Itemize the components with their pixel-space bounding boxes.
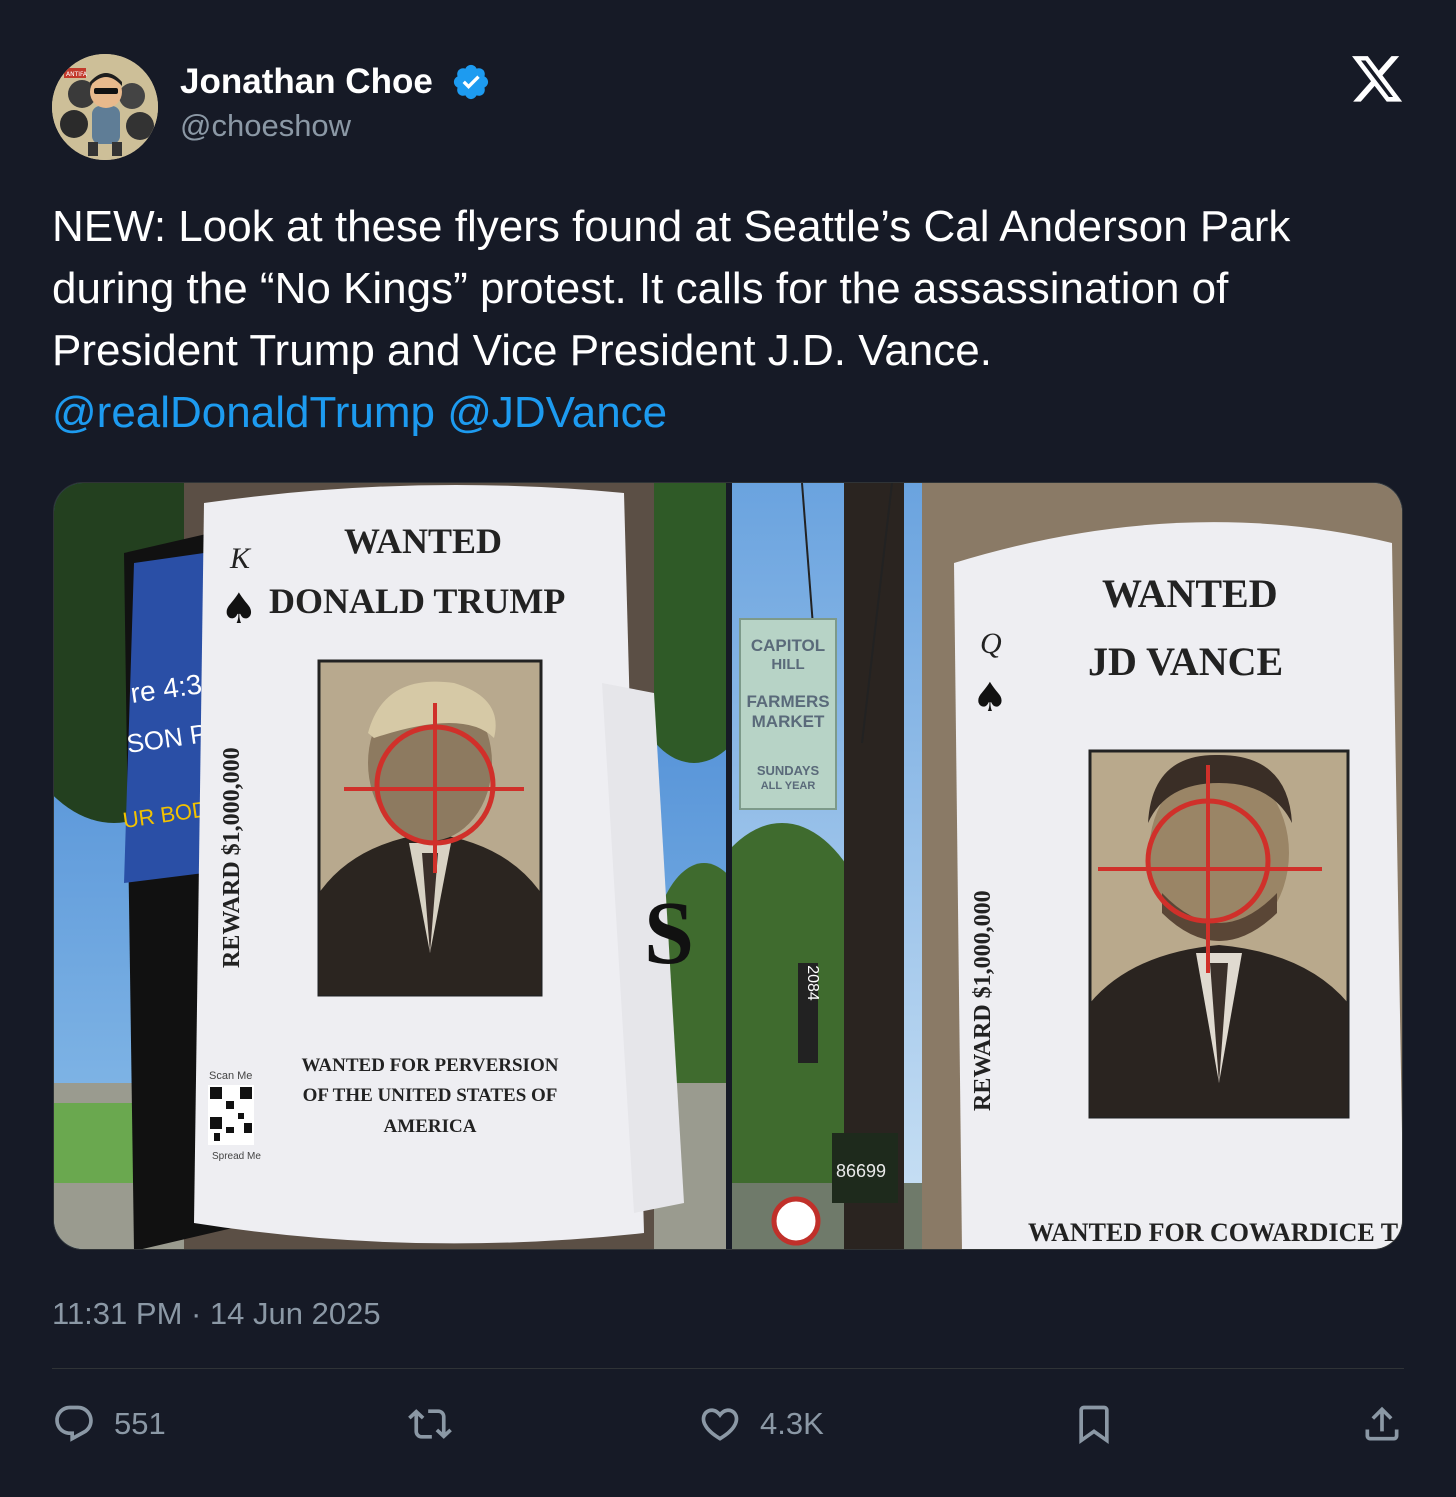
share-button[interactable] — [1360, 1396, 1404, 1452]
bookmark-icon — [1079, 1405, 1109, 1445]
retweet-button[interactable] — [408, 1396, 452, 1452]
verified-badge-icon — [453, 64, 488, 100]
bookmark-button[interactable] — [1072, 1396, 1116, 1452]
author-name-row: Jonathan Choe — [180, 62, 491, 102]
sign-line: ALL YEAR — [761, 780, 816, 792]
photo-left[interactable]: re 4:30 P SON PAR UR BODIES S K ♠ WANTED… — [54, 483, 774, 1249]
sign-line: HILL — [771, 656, 804, 673]
like-button[interactable]: 4.3K — [698, 1396, 824, 1452]
tweet-media[interactable]: re 4:30 P SON PAR UR BODIES S K ♠ WANTED… — [53, 482, 1403, 1250]
trump-flyer-photo: re 4:30 P SON PAR UR BODIES S K ♠ WANTED… — [54, 483, 774, 1249]
card-rank: K — [229, 542, 252, 575]
cartoon-avatar-icon: ANTIFA — [52, 54, 158, 160]
vance-flyer-photo: CAPITOL HILL FARMERS MARKET SUNDAYS ALL … — [672, 483, 1402, 1249]
tweet-text: NEW: Look at these flyers found at Seatt… — [52, 196, 1412, 444]
flyer-subject: DONALD TRUMP — [269, 581, 565, 621]
flyer-reward: REWARD $1,000,000 — [970, 890, 996, 1111]
flyer-reward: REWARD $1,000,000 — [219, 747, 245, 968]
flyer-caption-line: AMERICA — [384, 1116, 477, 1137]
tweet-timestamp[interactable]: 11:31 PM · 14 Jun 2025 — [52, 1296, 381, 1332]
card-rank: Q — [980, 627, 1002, 660]
retweet-icon — [408, 1409, 452, 1439]
photo-right[interactable]: CAPITOL HILL FARMERS MARKET SUNDAYS ALL … — [672, 483, 1402, 1249]
svg-text:ANTIFA: ANTIFA — [66, 71, 88, 78]
plate-text: 86699 — [836, 1161, 886, 1181]
heart-icon — [701, 1408, 739, 1441]
reply-count: 551 — [114, 1406, 166, 1441]
author-name[interactable]: Jonathan Choe — [180, 62, 433, 102]
flyer-caption-line: WANTED FOR PERVERSION — [302, 1055, 559, 1076]
svg-text:♠: ♠ — [972, 675, 1008, 721]
mention-link[interactable]: @JDVance — [447, 388, 667, 437]
sign-line: SUNDAYS — [757, 763, 820, 778]
sign-line: CAPITOL — [751, 636, 825, 655]
pole-number: 2084 — [804, 965, 821, 1001]
svg-text:S: S — [644, 884, 694, 983]
tweet-actions: 551 4.3K — [52, 1396, 1404, 1452]
sign-line: MARKET — [752, 712, 825, 731]
avatar[interactable]: ANTIFA — [52, 54, 158, 160]
flyer-title: WANTED — [1102, 571, 1278, 616]
scan-me-label: Scan Me — [209, 1070, 252, 1082]
x-logo-icon[interactable] — [1352, 56, 1404, 104]
author-handle[interactable]: @choeshow — [180, 108, 351, 144]
flyer-caption: WANTED FOR COWARDICE T — [1028, 1218, 1398, 1247]
reply-icon — [55, 1405, 93, 1442]
sign-line: FARMERS — [746, 692, 829, 711]
flyer-caption-line: OF THE UNITED STATES OF — [303, 1085, 558, 1106]
tweet-card: ANTIFA Jonathan Choe @choeshow NEW: Look… — [0, 0, 1456, 1497]
mention-link[interactable]: @realDonaldTrump — [52, 388, 435, 437]
svg-text:♠: ♠ — [220, 584, 258, 633]
divider — [52, 1368, 1404, 1369]
spread-me-label: Spread Me — [212, 1151, 261, 1162]
reply-button[interactable]: 551 — [52, 1396, 166, 1452]
tweet-body: NEW: Look at these flyers found at Seatt… — [52, 202, 1291, 375]
like-count: 4.3K — [760, 1406, 824, 1441]
share-icon — [1365, 1406, 1399, 1441]
flyer-subject: JD VANCE — [1088, 639, 1283, 684]
flyer-title: WANTED — [344, 521, 502, 561]
